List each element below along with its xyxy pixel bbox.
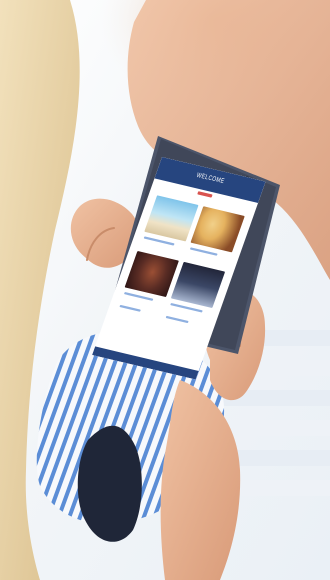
tile-food-photo xyxy=(190,206,245,253)
tile-caption xyxy=(189,247,218,256)
shirt-shadow xyxy=(77,425,142,542)
tile-event-photo xyxy=(124,250,179,298)
forearm xyxy=(160,380,241,580)
screen-accent xyxy=(197,191,213,198)
photo-scene: WELCOME xyxy=(0,0,330,580)
tile-caption xyxy=(119,304,141,312)
tile-beach-photo xyxy=(144,195,199,242)
tile-performance-photo xyxy=(170,261,226,309)
tile-caption xyxy=(165,315,189,324)
